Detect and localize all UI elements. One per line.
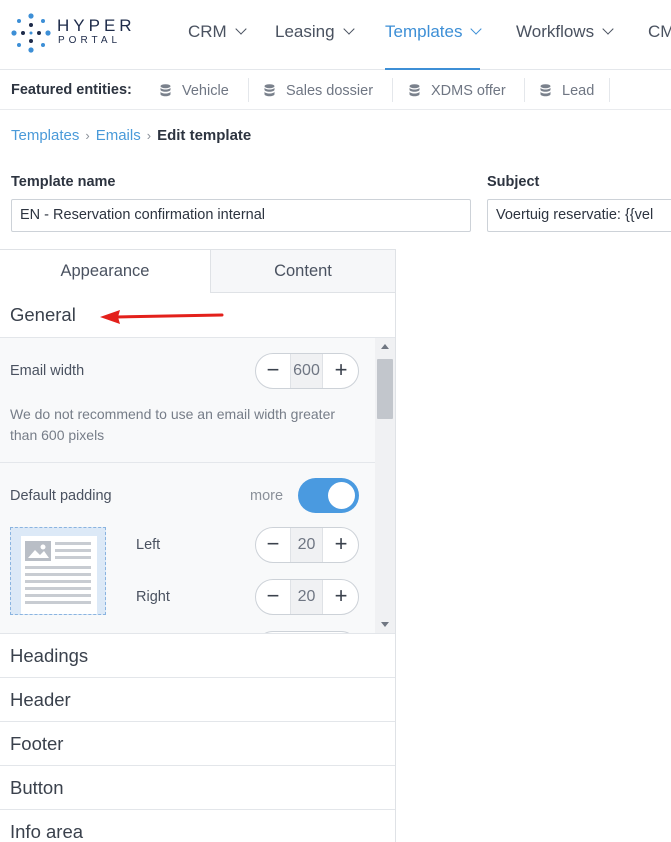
annotation-arrow-icon <box>100 310 224 324</box>
separator <box>609 78 610 102</box>
section-header[interactable]: Header <box>0 677 395 721</box>
subject-label: Subject <box>487 174 540 190</box>
nav-templates[interactable]: Templates <box>385 22 483 70</box>
editor-preview-area <box>396 249 671 842</box>
section-info-area[interactable]: Info area <box>0 809 395 842</box>
nav-label: Workflows <box>516 22 595 41</box>
featured-entity-sales-dossier[interactable]: Sales dossier <box>264 82 373 99</box>
nav-label: Leasing <box>275 22 335 41</box>
panel-tabs: Appearance Content <box>0 250 395 293</box>
top-navigation: HYPER PORTAL CRM Leasing Templates Workf… <box>0 0 671 70</box>
logo-mark-icon <box>11 13 51 53</box>
chevron-down-icon <box>602 23 614 35</box>
email-width-hint: We do not recommend to use an email widt… <box>10 406 336 443</box>
email-width-value[interactable]: 600 <box>290 354 323 388</box>
settings-scrollbar[interactable] <box>375 338 395 633</box>
featured-entity-label: Lead <box>562 83 595 99</box>
email-width-label: Email width <box>10 363 85 379</box>
featured-entity-lead[interactable]: Lead <box>540 82 594 99</box>
section-headings[interactable]: Headings <box>0 633 395 677</box>
section-list: Headings Header Footer Button Info area <box>0 633 395 842</box>
template-name-label: Template name <box>11 174 116 190</box>
separator <box>392 78 393 102</box>
database-icon <box>409 84 420 97</box>
nav-label: CRM <box>188 22 227 41</box>
featured-entity-vehicle[interactable]: Vehicle <box>160 82 229 99</box>
featured-entities-bar: Featured entities: Vehicle Sales dossier… <box>0 70 671 110</box>
logo-wordmark: HYPER <box>57 16 136 35</box>
breadcrumb-separator: › <box>146 128 152 143</box>
nav-cm[interactable]: CM <box>648 22 671 70</box>
breadcrumb: Templates › Emails › Edit template <box>11 127 251 144</box>
padding-right-label: Right <box>136 589 170 605</box>
nav-label: Templates <box>385 22 463 41</box>
database-icon <box>264 84 275 97</box>
padding-left-stepper: − 20 + <box>255 527 359 563</box>
scrollbar-thumb[interactable] <box>377 359 393 419</box>
appearance-panel: Appearance Content General Email width −… <box>0 249 396 842</box>
decrement-button[interactable]: − <box>256 580 290 614</box>
chevron-down-icon <box>342 23 355 35</box>
scroll-up-arrow-icon[interactable] <box>381 344 389 349</box>
chevron-down-icon <box>470 23 483 35</box>
chevron-down-icon <box>235 23 247 35</box>
database-icon <box>540 84 551 97</box>
breadcrumb-templates[interactable]: Templates <box>11 127 79 144</box>
general-settings-scroll[interactable]: Email width − 600 + We do not recommend … <box>0 338 395 633</box>
padding-right-stepper: − 20 + <box>255 579 359 615</box>
toggle-knob <box>328 482 355 509</box>
scroll-down-arrow-icon[interactable] <box>381 622 389 627</box>
nav-label: CM <box>648 22 671 41</box>
padding-preview <box>10 527 106 615</box>
featured-entity-xdms-offer[interactable]: XDMS offer <box>409 82 506 99</box>
featured-entity-label: Vehicle <box>182 83 229 99</box>
template-name-input[interactable]: EN - Reservation confirmation internal <box>11 199 471 232</box>
padding-left-value[interactable]: 20 <box>290 528 323 562</box>
preview-page <box>21 536 97 614</box>
divider <box>0 462 375 463</box>
section-footer[interactable]: Footer <box>0 721 395 765</box>
padding-right-value[interactable]: 20 <box>290 580 323 614</box>
featured-entity-label: Sales dossier <box>286 83 374 99</box>
increment-button[interactable]: + <box>324 528 358 562</box>
document-layout-icon <box>25 541 91 604</box>
breadcrumb-emails[interactable]: Emails <box>96 127 141 144</box>
section-button[interactable]: Button <box>0 765 395 809</box>
default-padding-label: Default padding <box>10 488 112 504</box>
increment-button[interactable]: + <box>324 354 358 388</box>
database-icon <box>160 84 171 97</box>
nav-crm[interactable]: CRM <box>188 22 247 70</box>
featured-entities-label: Featured entities: <box>11 82 132 98</box>
featured-entity-label: XDMS offer <box>431 83 506 99</box>
decrement-button[interactable]: − <box>256 354 290 388</box>
email-width-stepper: − 600 + <box>255 353 359 389</box>
tab-content[interactable]: Content <box>211 250 395 293</box>
breadcrumb-separator: › <box>85 128 90 143</box>
separator <box>524 78 525 102</box>
hyperportal-logo[interactable]: HYPER PORTAL <box>10 12 140 54</box>
subject-input[interactable]: Voertuig reservatie: {{vel <box>487 199 671 232</box>
nav-leasing[interactable]: Leasing <box>275 22 355 70</box>
more-label: more <box>250 488 284 504</box>
separator <box>248 78 249 102</box>
decrement-button[interactable]: − <box>256 528 290 562</box>
nav-workflows[interactable]: Workflows <box>516 22 614 70</box>
tab-appearance[interactable]: Appearance <box>0 250 211 293</box>
breadcrumb-current: Edit template <box>157 127 252 144</box>
logo-subtext: PORTAL <box>58 35 122 46</box>
increment-button[interactable]: + <box>324 580 358 614</box>
padding-left-label: Left <box>136 537 161 553</box>
more-padding-toggle[interactable] <box>298 478 359 513</box>
